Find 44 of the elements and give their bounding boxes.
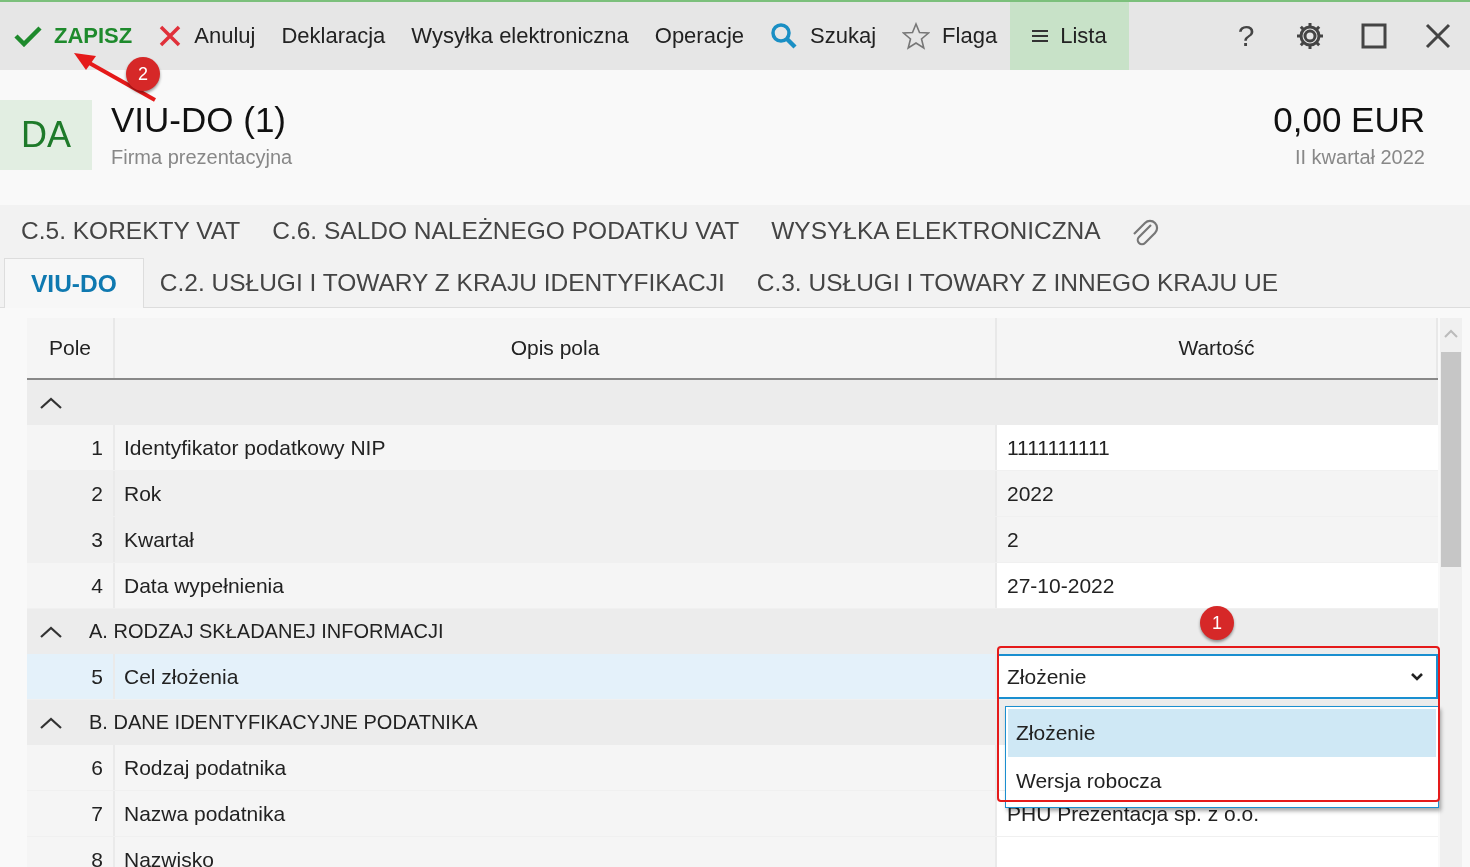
menu-button[interactable]: Deklaracja (268, 2, 399, 70)
collapse-caret-icon[interactable] (39, 624, 63, 639)
period: II kwartał 2022 (1294, 146, 1425, 169)
amount: 0,00 EUR (1273, 100, 1425, 140)
list-button[interactable]: Lista (1010, 2, 1129, 70)
value-cell[interactable]: 27-10-2022 (997, 563, 1438, 608)
chevron-icon (1410, 671, 1424, 682)
column-header[interactable]: Wartość (997, 318, 1438, 378)
collapse-caret-icon[interactable] (39, 715, 63, 730)
dropdown-option[interactable]: Złożenie (1008, 709, 1436, 757)
gear-icon (1295, 21, 1325, 51)
tab[interactable]: WYSYŁKA ELEKTRONICZNA (755, 217, 1117, 245)
scrollbar[interactable] (1440, 318, 1462, 867)
group-heading: B. DANE IDENTYFIKACYJNE PODATNIKA (89, 711, 478, 734)
menu-button[interactable]: Operacje (641, 2, 758, 70)
star-icon (902, 22, 931, 50)
tab[interactable]: C.5. KOREKTY VAT (5, 217, 257, 245)
value-cell[interactable]: 2 (997, 517, 1438, 562)
help-button[interactable]: ? (1214, 2, 1278, 70)
document-title: VIU-DO (1) (111, 100, 287, 140)
close-icon (1425, 23, 1451, 49)
search-icon (770, 22, 799, 50)
field-number: 8 (27, 837, 115, 867)
collapse-caret-icon[interactable] (39, 395, 63, 410)
menu-icon (1032, 29, 1049, 43)
column-header[interactable]: Pole (27, 318, 115, 378)
group-heading: A. RODZAJ SKŁADANEJ INFORMACJI (89, 620, 444, 643)
tab[interactable]: C.3. USŁUGI I TOWARY Z INNEGO KRAJU UE (740, 259, 1295, 307)
close-icon (158, 24, 183, 48)
tab[interactable]: VIU-DO (4, 258, 144, 308)
company-name: Firma prezentacyjna (111, 146, 294, 169)
menu-button[interactable]: Wysyłka elektroniczna (398, 2, 642, 70)
check-icon (14, 25, 42, 47)
tab[interactable]: C.2. USŁUGI I TOWARY Z KRAJU IDENTYFIKACJI (143, 259, 741, 307)
value-cell[interactable]: 1111111111 (997, 425, 1438, 470)
flag-button[interactable]: Flaga (889, 2, 1011, 70)
tab[interactable]: C.6. SALDO NALEŻNEGO PODATKU VAT (256, 217, 756, 245)
document-badge: DA (0, 100, 92, 170)
maximize-icon (1361, 23, 1387, 49)
scrollbar-thumb[interactable] (1441, 352, 1461, 567)
search-button[interactable]: Szukaj (757, 2, 890, 70)
value-cell[interactable]: 2022 (997, 471, 1438, 516)
column-header[interactable]: Opis pola (115, 318, 997, 378)
dropdown-field[interactable]: Złożenie (997, 654, 1438, 699)
